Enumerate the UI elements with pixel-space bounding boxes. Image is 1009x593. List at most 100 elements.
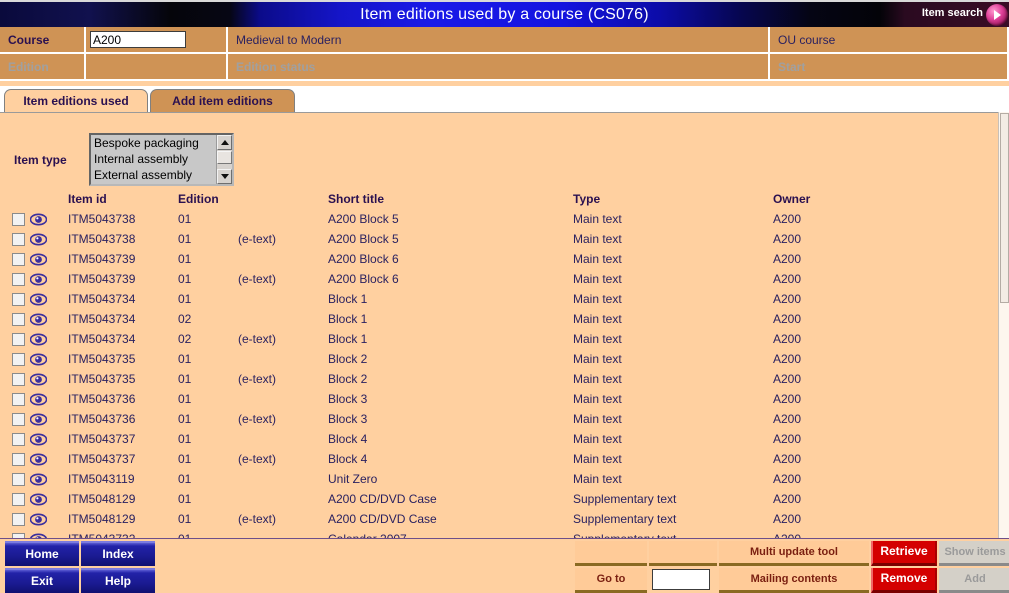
cell-edition: 01 [178, 292, 192, 306]
cell-owner: A200 [773, 452, 802, 466]
chevron-up-icon[interactable] [217, 135, 232, 150]
cell-etext [238, 309, 328, 329]
row-checkbox[interactable] [12, 333, 25, 347]
cell-edition: 01 [178, 372, 192, 386]
add-button: Add [939, 568, 1009, 593]
retrieve-button[interactable]: Retrieve [871, 541, 937, 566]
cell-owner: A200 [773, 252, 802, 266]
row-checkbox[interactable] [12, 473, 25, 487]
row-checkbox[interactable] [12, 513, 25, 527]
tab-add-item-editions[interactable]: Add item editions [150, 89, 295, 112]
view-eye-icon[interactable] [29, 493, 48, 506]
item-type-listbox[interactable]: Bespoke packaging Internal assembly Exte… [89, 133, 234, 186]
row-checkbox[interactable] [12, 273, 25, 287]
cell-edition: 02 [178, 332, 192, 346]
view-eye-icon[interactable] [29, 213, 48, 226]
table-row[interactable]: ITM5043736 01 (e-text) Block 3 Main text A200 [0, 409, 1009, 429]
row-checkbox-cell [0, 509, 30, 529]
chevron-down-icon[interactable] [217, 169, 232, 184]
view-eye-icon[interactable] [29, 413, 48, 426]
row-checkbox[interactable] [12, 393, 25, 407]
row-checkbox-cell [0, 369, 30, 389]
index-button[interactable]: Index [81, 541, 155, 566]
cell-etext [238, 349, 328, 369]
row-checkbox[interactable] [12, 353, 25, 367]
page-title: Item editions used by a course (CS076) [360, 6, 649, 23]
row-checkbox[interactable] [12, 233, 25, 247]
view-eye-icon[interactable] [29, 473, 48, 486]
row-checkbox[interactable] [12, 413, 25, 427]
row-checkbox[interactable] [12, 493, 25, 507]
table-row[interactable]: ITM5043736 01 Block 3 Main text A200 [0, 389, 1009, 409]
table-row[interactable]: ITM5043737 01 (e-text) Block 4 Main text A200 [0, 449, 1009, 469]
cell-type: Main text [573, 272, 622, 286]
course-input[interactable] [90, 31, 186, 48]
table-row[interactable]: ITM5043734 01 Block 1 Main text A200 [0, 289, 1009, 309]
view-eye-icon[interactable] [29, 233, 48, 246]
mailing-contents-button[interactable]: Mailing contents [719, 568, 869, 593]
cell-type: Main text [573, 412, 622, 426]
table-row[interactable]: ITM5043738 01 (e-text) A200 Block 5 Main tex… [0, 229, 1009, 249]
tab-item-editions-used[interactable]: Item editions used [4, 89, 148, 112]
view-eye-icon[interactable] [29, 433, 48, 446]
table-row[interactable]: ITM5043739 01 A200 Block 6 Main text A200 [0, 249, 1009, 269]
view-eye-icon[interactable] [29, 313, 48, 326]
bottom-spacer-left-top [575, 541, 647, 566]
row-checkbox[interactable] [12, 453, 25, 467]
table-row[interactable]: ITM5048129 01 A200 CD/DVD Case Supplementar… [0, 489, 1009, 509]
item-type-option[interactable]: External assembly [94, 167, 216, 183]
table-row[interactable]: ITM5048129 01 (e-text) A200 CD/DVD Case Supp… [0, 509, 1009, 529]
view-eye-icon[interactable] [29, 353, 48, 366]
edition-label: Edition [0, 54, 84, 79]
row-checkbox[interactable] [12, 373, 25, 387]
view-eye-icon[interactable] [29, 513, 48, 526]
go-to-input[interactable] [652, 569, 710, 590]
home-button[interactable]: Home [5, 541, 79, 566]
table-row[interactable]: ITM5043119 01 Unit Zero Main text A200 [0, 469, 1009, 489]
listbox-scrollbar[interactable] [216, 135, 232, 184]
row-checkbox-cell [0, 269, 30, 289]
listbox-scroll-thumb[interactable] [217, 151, 232, 164]
view-eye-icon[interactable] [29, 333, 48, 346]
view-eye-icon[interactable] [29, 253, 48, 266]
col-short-title: Short title [328, 192, 384, 206]
table-row[interactable]: ITM5043734 02 Block 1 Main text A200 [0, 309, 1009, 329]
row-checkbox[interactable] [12, 293, 25, 307]
item-type-option[interactable]: Bespoke packaging [94, 135, 216, 151]
row-view-cell [29, 209, 68, 229]
table-row[interactable]: ITM5043734 02 (e-text) Block 1 Main text A200 [0, 329, 1009, 349]
row-checkbox[interactable] [12, 433, 25, 447]
exit-button[interactable]: Exit [5, 568, 79, 593]
help-button[interactable]: Help [81, 568, 155, 593]
title-bar: Item editions used by a course (CS076) I… [0, 0, 1009, 27]
table-scrollbar-thumb[interactable] [1000, 113, 1009, 303]
item-type-option[interactable]: Internal assembly [94, 151, 216, 167]
row-checkbox-cell [0, 309, 30, 329]
table-scrollbar[interactable] [998, 112, 1009, 539]
item-type-options[interactable]: Bespoke packaging Internal assembly Exte… [91, 135, 216, 184]
cell-owner: A200 [773, 292, 802, 306]
view-eye-icon[interactable] [29, 453, 48, 466]
table-row[interactable]: ITM5043737 01 Block 4 Main text A200 [0, 429, 1009, 449]
row-checkbox[interactable] [12, 313, 25, 327]
view-eye-icon[interactable] [29, 273, 48, 286]
cell-short-title: Block 1 [328, 312, 368, 326]
table-row[interactable]: ITM5043735 01 Block 2 Main text A200 [0, 349, 1009, 369]
play-circle-icon[interactable] [986, 4, 1008, 26]
cell-owner: A200 [773, 472, 802, 486]
row-checkbox[interactable] [12, 213, 25, 227]
multi-update-tool-button[interactable]: Multi update tool [719, 541, 869, 566]
view-eye-icon[interactable] [29, 393, 48, 406]
view-eye-icon[interactable] [29, 373, 48, 386]
row-view-cell [29, 369, 68, 389]
remove-button[interactable]: Remove [871, 568, 937, 593]
table-row[interactable]: ITM5043735 01 (e-text) Block 2 Main text A200 [0, 369, 1009, 389]
row-checkbox[interactable] [12, 253, 25, 267]
cell-short-title: A200 Block 6 [328, 272, 399, 286]
view-eye-icon[interactable] [29, 293, 48, 306]
item-search-label[interactable]: Item search [922, 7, 983, 19]
table-row[interactable]: ITM5043739 01 (e-text) A200 Block 6 Main tex… [0, 269, 1009, 289]
col-item-id: Item id [68, 192, 107, 206]
go-to-button[interactable]: Go to [575, 568, 647, 593]
table-row[interactable]: ITM5043738 01 A200 Block 5 Main text A200 [0, 209, 1009, 229]
